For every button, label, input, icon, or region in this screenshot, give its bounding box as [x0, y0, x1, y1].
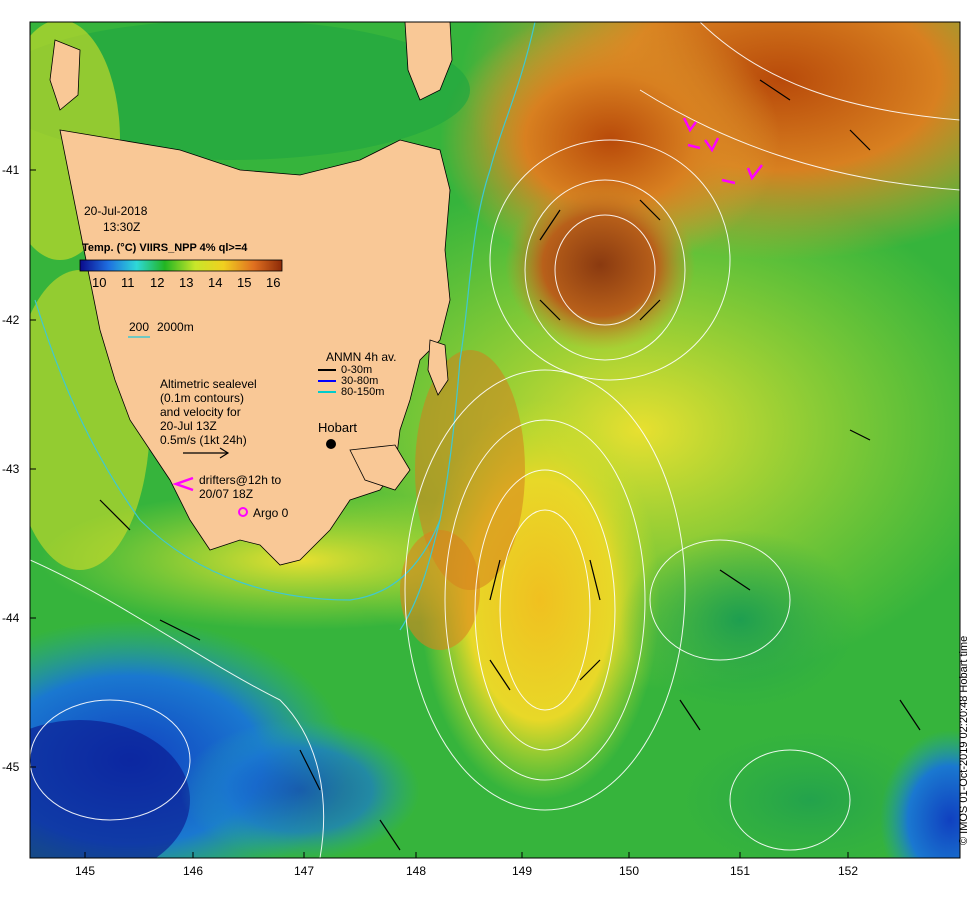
place-label-hobart: Hobart	[318, 420, 358, 435]
drifters-note: drifters@12h to 20/07 18Z	[199, 473, 282, 501]
x-tick-label: 150	[618, 864, 640, 878]
colorbar-title: Temp. (°C) VIIRS_NPP 4% ql>=4	[82, 242, 248, 254]
map-date: 20-Jul-2018	[84, 204, 148, 218]
x-tick-label: 146	[182, 864, 204, 878]
y-tick-label: -45	[2, 760, 20, 774]
sealevel-note: Altimetric sealevel (0.1m contours) and …	[160, 377, 257, 447]
x-tick-label: 147	[293, 864, 315, 878]
x-tick-label: 149	[511, 864, 533, 878]
colorbar-tick-label: 12	[150, 275, 165, 290]
colorbar-tick-label: 11	[121, 275, 135, 290]
y-tick-label: -41	[2, 163, 20, 177]
anmn-title: ANMN 4h av.	[326, 350, 397, 364]
x-tick-label: 152	[837, 864, 859, 878]
colorbar	[79, 259, 283, 272]
colorbar-tick-label: 13	[179, 275, 194, 290]
y-tick-label: -44	[2, 611, 20, 625]
argo-label: Argo 0	[253, 506, 289, 520]
x-tick-label: 148	[405, 864, 427, 878]
hobart-marker	[326, 439, 336, 449]
colorbar-tick-label: 10	[92, 275, 107, 290]
credit-text: © IMOS 01-Oct-2019 02:20:48 Hobart time	[958, 635, 970, 845]
colorbar-tick-label: 16	[266, 275, 281, 290]
sst-map	[29, 21, 961, 859]
x-tick-label: 145	[74, 864, 96, 878]
isobath-label-a: 200	[129, 320, 150, 334]
x-tick-label: 151	[729, 864, 751, 878]
isobath-label-b: 2000m	[157, 320, 194, 334]
map-time: 13:30Z	[103, 220, 141, 234]
anmn-depth-label: 80-150m	[341, 386, 385, 398]
colorbar-tick-label: 15	[237, 275, 252, 290]
y-tick-label: -43	[2, 462, 20, 476]
sst-field	[30, 22, 960, 858]
colorbar-tick-label: 14	[208, 275, 223, 290]
y-tick-label: -42	[2, 313, 20, 327]
